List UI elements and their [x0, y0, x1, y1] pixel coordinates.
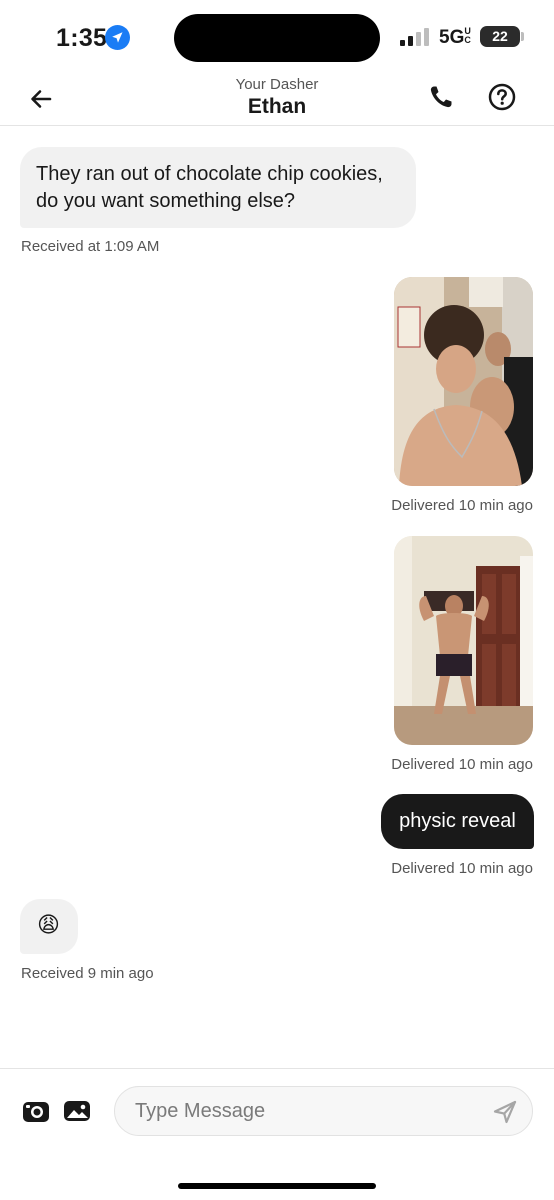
message-bubble-incoming[interactable]: They ran out of chocolate chip cookies, … — [20, 147, 416, 228]
message-bubble-outgoing[interactable]: physic reveal — [381, 794, 534, 849]
header-title: Ethan — [247, 95, 307, 118]
message-input-placeholder: Type Message — [135, 1100, 266, 1122]
header-subtitle: Your Dasher — [235, 76, 319, 93]
photo-image — [394, 277, 533, 486]
message-meta: Received 9 min ago — [21, 965, 154, 982]
signal-icon — [400, 28, 429, 46]
photo-image — [394, 536, 533, 745]
camera-icon[interactable] — [22, 1099, 50, 1123]
status-bar: 1:35 5GUC 22 — [0, 0, 554, 76]
battery-indicator: 22 — [480, 26, 520, 47]
network-label: 5GUC — [439, 26, 471, 49]
message-meta: Delivered 10 min ago — [391, 756, 533, 773]
message-meta: Received at 1:09 AM — [21, 238, 160, 255]
gallery-icon[interactable] — [63, 1099, 91, 1123]
message-meta: Delivered 10 min ago — [391, 497, 533, 514]
dynamic-island — [174, 14, 380, 62]
weary-face-emoji: 😩 — [37, 913, 60, 938]
home-indicator[interactable] — [178, 1183, 376, 1189]
message-bubble-incoming[interactable]: 😩 — [20, 899, 78, 954]
help-icon[interactable] — [487, 82, 517, 112]
status-time: 1:35 — [56, 24, 108, 52]
location-arrow-icon — [105, 25, 130, 50]
phone-icon[interactable] — [426, 82, 456, 112]
battery-cap — [521, 32, 524, 41]
message-input[interactable]: Type Message — [114, 1086, 533, 1136]
send-icon[interactable] — [492, 1099, 518, 1125]
message-composer: Type Message — [0, 1068, 554, 1200]
message-meta: Delivered 10 min ago — [391, 860, 533, 877]
network-sup: UC — [464, 26, 471, 45]
message-photo[interactable] — [394, 277, 533, 486]
chat-header: Your Dasher Ethan — [0, 68, 554, 126]
message-photo[interactable] — [394, 536, 533, 745]
